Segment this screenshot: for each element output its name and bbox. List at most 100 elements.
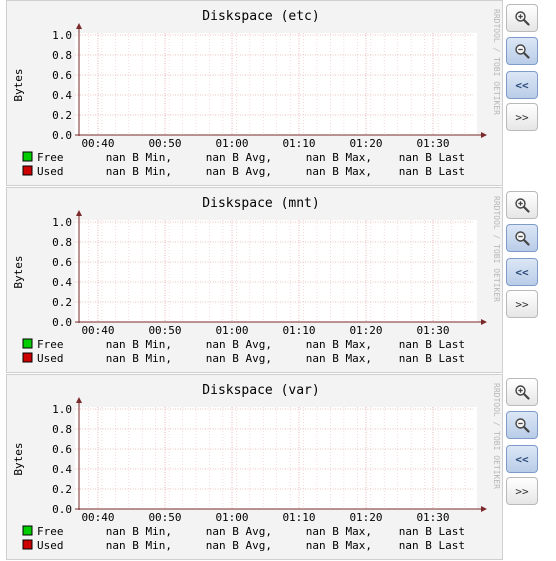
y-tick-label: 0.2 bbox=[52, 483, 72, 496]
graph-controls-var: << >> bbox=[506, 374, 540, 560]
x-tick-label: 00:50 bbox=[148, 511, 181, 524]
y-tick-label: 0.0 bbox=[52, 316, 72, 329]
graph-title: Diskspace (etc) bbox=[202, 9, 319, 24]
zoom-in-icon bbox=[515, 198, 530, 213]
legend-series-name: Free bbox=[37, 151, 64, 164]
x-tick-label: 00:40 bbox=[81, 137, 114, 150]
graph-controls-etc: << >> bbox=[506, 0, 540, 186]
y-axis-label: Bytes bbox=[12, 442, 25, 475]
y-axis-arrow bbox=[76, 23, 82, 29]
next-button[interactable]: >> bbox=[506, 290, 538, 318]
y-tick-label: 0.4 bbox=[52, 89, 72, 102]
previous-button[interactable]: << bbox=[506, 258, 538, 286]
legend-last-value: nan B Last bbox=[399, 352, 465, 365]
graph-svg-etc: Diskspace (etc) Bytes RRDTOOL / TOBI OETIK… bbox=[12, 9, 501, 178]
legend-max-value: nan B Max, bbox=[306, 151, 372, 164]
graph-controls-mnt: << >> bbox=[506, 187, 540, 373]
legend-min-value: nan B Min, bbox=[106, 338, 172, 351]
previous-button-label: << bbox=[515, 265, 529, 279]
x-tick-label: 01:10 bbox=[282, 137, 315, 150]
x-tick-label: 01:20 bbox=[349, 324, 382, 337]
graph-title: Diskspace (mnt) bbox=[202, 196, 319, 211]
legend-last-value: nan B Last bbox=[399, 165, 465, 178]
graph-title: Diskspace (var) bbox=[202, 383, 319, 398]
legend-avg-value: nan B Avg, bbox=[206, 539, 272, 552]
zoom-out-button[interactable] bbox=[506, 37, 538, 65]
legend-swatch-free bbox=[22, 338, 33, 349]
graph-svg-var: Diskspace (var) Bytes RRDTOOL / TOBI OETIK… bbox=[12, 383, 501, 552]
legend-max-value: nan B Max, bbox=[306, 539, 372, 552]
y-tick-label: 0.8 bbox=[52, 236, 72, 249]
y-tick-label: 0.8 bbox=[52, 49, 72, 62]
plot-area bbox=[75, 33, 477, 135]
next-button-label: >> bbox=[515, 297, 529, 311]
legend-min-value: nan B Min, bbox=[106, 525, 172, 538]
y-axis-label: Bytes bbox=[12, 68, 25, 101]
x-tick-label: 00:40 bbox=[81, 511, 114, 524]
legend-series-name: Used bbox=[37, 539, 64, 552]
y-tick-label: 0.0 bbox=[52, 503, 72, 516]
y-tick-label: 0.4 bbox=[52, 276, 72, 289]
legend-max-value: nan B Max, bbox=[306, 165, 372, 178]
y-tick-label: 0.2 bbox=[52, 296, 72, 309]
legend-swatch-used bbox=[22, 165, 33, 176]
legend-swatch-used bbox=[22, 539, 33, 550]
previous-button-label: << bbox=[515, 78, 529, 92]
y-tick-label: 0.2 bbox=[52, 109, 72, 122]
zoom-out-button[interactable] bbox=[506, 411, 538, 439]
rrdtool-side-label: RRDTOOL / TOBI OETIKER bbox=[492, 9, 501, 115]
x-tick-label: 01:20 bbox=[349, 511, 382, 524]
next-button[interactable]: >> bbox=[506, 103, 538, 131]
legend-series-name: Used bbox=[37, 352, 64, 365]
x-axis-arrow bbox=[481, 506, 487, 512]
x-tick-label: 01:10 bbox=[282, 324, 315, 337]
graph-panel-var: Diskspace (var) Bytes RRDTOOL / TOBI OETIK… bbox=[6, 374, 503, 560]
zoom-out-icon bbox=[515, 231, 530, 246]
legend-max-value: nan B Max, bbox=[306, 338, 372, 351]
y-tick-label: 0.6 bbox=[52, 443, 72, 456]
y-tick-label: 1.0 bbox=[52, 216, 72, 229]
y-tick-label: 1.0 bbox=[52, 403, 72, 416]
legend-min-value: nan B Min, bbox=[106, 165, 172, 178]
graph-panel-etc: Diskspace (etc) Bytes RRDTOOL / TOBI OETIK… bbox=[6, 0, 503, 186]
legend-avg-value: nan B Avg, bbox=[206, 338, 272, 351]
zoom-in-button[interactable] bbox=[506, 4, 538, 32]
x-tick-label: 00:50 bbox=[148, 324, 181, 337]
previous-button-label: << bbox=[515, 452, 529, 466]
legend-swatch-free bbox=[22, 151, 33, 162]
rrdtool-side-label: RRDTOOL / TOBI OETIKER bbox=[492, 196, 501, 302]
legend-last-value: nan B Last bbox=[399, 338, 465, 351]
legend-avg-value: nan B Avg, bbox=[206, 525, 272, 538]
x-axis-arrow bbox=[481, 319, 487, 325]
legend-min-value: nan B Min, bbox=[106, 352, 172, 365]
legend-max-value: nan B Max, bbox=[306, 525, 372, 538]
next-button[interactable]: >> bbox=[506, 477, 538, 505]
x-tick-label: 01:10 bbox=[282, 511, 315, 524]
x-tick-label: 01:00 bbox=[215, 137, 248, 150]
y-axis-arrow bbox=[76, 397, 82, 403]
zoom-out-icon bbox=[515, 44, 530, 59]
x-tick-label: 01:20 bbox=[349, 137, 382, 150]
previous-button[interactable]: << bbox=[506, 71, 538, 99]
previous-button[interactable]: << bbox=[506, 445, 538, 473]
x-tick-label: 01:30 bbox=[416, 511, 449, 524]
legend-swatch-free bbox=[22, 525, 33, 536]
legend-last-value: nan B Last bbox=[399, 525, 465, 538]
zoom-out-button[interactable] bbox=[506, 224, 538, 252]
legend-min-value: nan B Min, bbox=[106, 151, 172, 164]
y-tick-label: 1.0 bbox=[52, 29, 72, 42]
y-axis-label: Bytes bbox=[12, 255, 25, 288]
legend-swatch-used bbox=[22, 352, 33, 363]
y-tick-label: 0.4 bbox=[52, 463, 72, 476]
legend-avg-value: nan B Avg, bbox=[206, 352, 272, 365]
y-tick-label: 0.0 bbox=[52, 129, 72, 142]
x-tick-label: 01:30 bbox=[416, 324, 449, 337]
legend-avg-value: nan B Avg, bbox=[206, 151, 272, 164]
zoom-in-button[interactable] bbox=[506, 191, 538, 219]
legend-series-name: Used bbox=[37, 165, 64, 178]
zoom-in-button[interactable] bbox=[506, 378, 538, 406]
legend-avg-value: nan B Avg, bbox=[206, 165, 272, 178]
legend-last-value: nan B Last bbox=[399, 151, 465, 164]
x-tick-label: 01:00 bbox=[215, 511, 248, 524]
next-button-label: >> bbox=[515, 110, 529, 124]
